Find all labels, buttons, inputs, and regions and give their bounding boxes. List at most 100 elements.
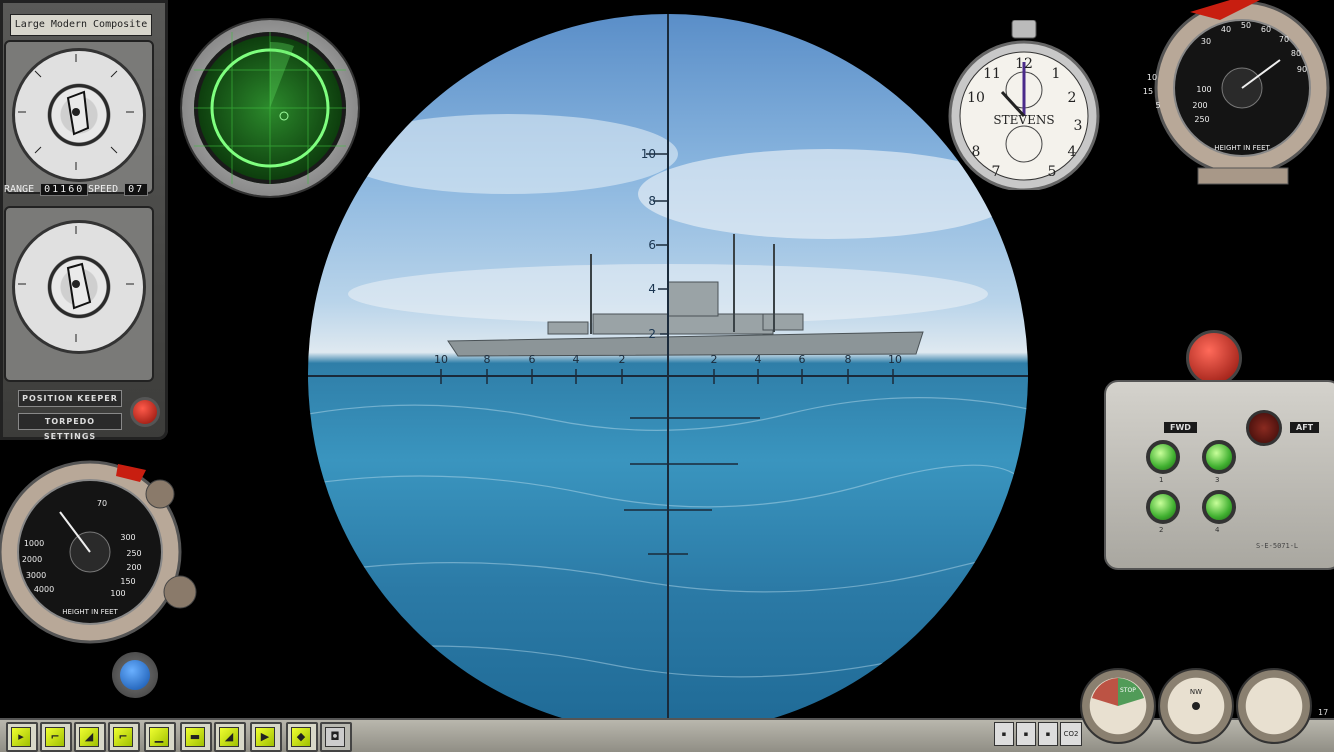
depth-num-80: 80: [1291, 49, 1301, 58]
tdc-lower-dialbox: [4, 206, 154, 382]
tdc-upper-dial-face: [18, 54, 134, 170]
aft-label: AFT: [1290, 422, 1320, 433]
stopwatch-num-7: 7: [992, 164, 1001, 180]
depth-num-100: 100: [1196, 85, 1211, 94]
reticle-vmark-8: 8: [648, 194, 656, 208]
speed-value: 07: [124, 183, 149, 196]
depth-num-200: 200: [1192, 101, 1207, 110]
left-depth-num-70: 70: [97, 499, 107, 508]
co2-tile: CO2: [1060, 722, 1082, 746]
blue-knob-button[interactable]: [112, 652, 158, 698]
reticle-hmark-r6: 6: [799, 353, 806, 366]
left-depth-gauge-label: HEIGHT IN FEET: [62, 608, 118, 616]
toolbar-button-2[interactable]: ⌐: [40, 722, 72, 752]
depth-gauge-face: 30 40 50 60 70 80 90 100 200 250 15 5 10…: [1143, 0, 1330, 185]
telegraph-stop-label: STOP: [1120, 687, 1136, 694]
speed-gauge[interactable]: [1236, 668, 1312, 744]
toolbar-button-7[interactable]: ◢: [214, 722, 246, 752]
range-label: RANGE: [4, 184, 35, 195]
reticle-hmark-l6: 6: [529, 353, 536, 366]
radar-screen: [194, 32, 346, 184]
range-value: 01160: [40, 183, 89, 196]
depth-num-40: 40: [1221, 25, 1231, 34]
reticle-hmark-l4: 4: [573, 353, 580, 366]
left-depth-num-250: 250: [126, 549, 141, 558]
toolbar-button-4[interactable]: ⌐: [108, 722, 140, 752]
toolbar-button-1[interactable]: ▸: [6, 722, 38, 752]
periscope-view[interactable]: 10 8 6 4 2 10 8 6 4 2 2 4 6 8 10: [308, 14, 1028, 734]
stopwatch-num-3: 3: [1074, 118, 1083, 134]
stopwatch-num-10: 10: [967, 90, 985, 106]
torpedo-icon: ◆: [291, 727, 311, 747]
reticle-vmark-10: 10: [641, 147, 656, 161]
fwd-label: FWD: [1164, 422, 1197, 433]
submarine-icon: ▁: [149, 727, 169, 747]
tube-3-number: 3: [1215, 476, 1220, 484]
left-depth-num-1000: 1000: [24, 539, 44, 548]
blue-knob: [120, 660, 150, 690]
depth-num-50: 50: [1241, 21, 1251, 30]
tube-1-light[interactable]: [1146, 440, 1180, 474]
depth-num-15: 15: [1143, 87, 1153, 96]
toolbar-button-5[interactable]: ▁: [144, 722, 176, 752]
toolbar-button-9[interactable]: ◆: [286, 722, 318, 752]
depth-num-60: 60: [1261, 25, 1271, 34]
radar-grid: [194, 32, 346, 184]
tube-2-number: 2: [1159, 526, 1164, 534]
range-readout: RANGE 01160: [4, 183, 89, 196]
toolbar-button-3[interactable]: ◢: [74, 722, 106, 752]
left-depth-num-200: 200: [126, 563, 141, 572]
stopwatch[interactable]: STEVENS 11 12 1 2 3 4 5 7 8 10: [946, 19, 1102, 192]
toolbar-button-6[interactable]: ▬: [180, 722, 212, 752]
left-depth-num-300: 300: [120, 533, 135, 542]
compass-nw-label: NW: [1190, 688, 1202, 696]
depth-gauge-label: HEIGHT IN FEET: [1214, 144, 1270, 152]
tube-3-light[interactable]: [1202, 440, 1236, 474]
torpedo-fire-button[interactable]: [1186, 330, 1242, 386]
tube-1-number: 1: [1159, 476, 1164, 484]
tube-4-light[interactable]: [1202, 490, 1236, 524]
status-tile-2: ▪: [1016, 722, 1036, 746]
position-keeper-button[interactable]: POSITION KEEPER: [18, 390, 122, 407]
reticle-vmark-2: 2: [648, 327, 656, 341]
stopwatch-brand: STEVENS: [993, 113, 1054, 127]
left-depth-gauge-face: 2000 3000 4000 1000 300 250 200 150 100 …: [0, 460, 197, 644]
stopwatch-num-12: 12: [1015, 56, 1033, 72]
reticle-hmark-l10: 10: [434, 353, 448, 366]
compass-gauge[interactable]: NW: [1158, 668, 1234, 744]
tdc-upper-dial[interactable]: [12, 48, 146, 182]
sonar-icon: ◢: [219, 727, 239, 747]
left-depth-num-150: 150: [120, 577, 135, 586]
tube-2-light[interactable]: [1146, 490, 1180, 524]
tdc-lower-dial[interactable]: [12, 220, 146, 354]
flag-icon: ⌐: [113, 727, 133, 747]
depth-num-90: 90: [1297, 65, 1307, 74]
reticle-hmark-l8: 8: [484, 353, 491, 366]
radar-scope[interactable]: [182, 20, 358, 196]
speed-readout: SPEED 07: [88, 183, 149, 196]
torpedo-settings-button[interactable]: TORPEDO SETTINGS: [18, 413, 122, 441]
aft-indicator-light: [1246, 410, 1282, 446]
stopwatch-num-8: 8: [972, 144, 981, 160]
toolbar-button-8[interactable]: ▶: [250, 722, 282, 752]
periscope-icon: ⌐: [45, 727, 65, 747]
engine-telegraph-gauge[interactable]: STOP: [1080, 668, 1156, 744]
left-depth-num-4000: 4000: [34, 585, 54, 594]
tdc-red-button[interactable]: [130, 397, 160, 427]
toolbar-button-10[interactable]: ◘: [320, 722, 352, 752]
tdc-panel: Large Modern Composite RANGE 01160 SPEED…: [0, 0, 168, 441]
stopwatch-num-1: 1: [1052, 66, 1061, 82]
periscope-scene: 10 8 6 4 2 10 8 6 4 2 2 4 6 8 10: [308, 14, 1028, 734]
stopwatch-num-5: 5: [1048, 164, 1057, 180]
reticle-hmark-r8: 8: [845, 353, 852, 366]
depth-num-30: 30: [1201, 37, 1211, 46]
attack-icon: ◢: [79, 727, 99, 747]
stopwatch-num-4: 4: [1068, 144, 1077, 160]
speed-label: SPEED: [88, 184, 119, 195]
tube-4-number: 4: [1215, 526, 1220, 534]
stopwatch-num-11: 11: [983, 66, 1001, 82]
depth-gauge[interactable]: 30 40 50 60 70 80 90 100 200 250 15 5 10…: [1130, 0, 1334, 190]
reticle-hmark-r4: 4: [755, 353, 762, 366]
left-depth-gauge[interactable]: 2000 3000 4000 1000 300 250 200 150 100 …: [0, 452, 202, 650]
play-icon: ▶: [255, 727, 275, 747]
